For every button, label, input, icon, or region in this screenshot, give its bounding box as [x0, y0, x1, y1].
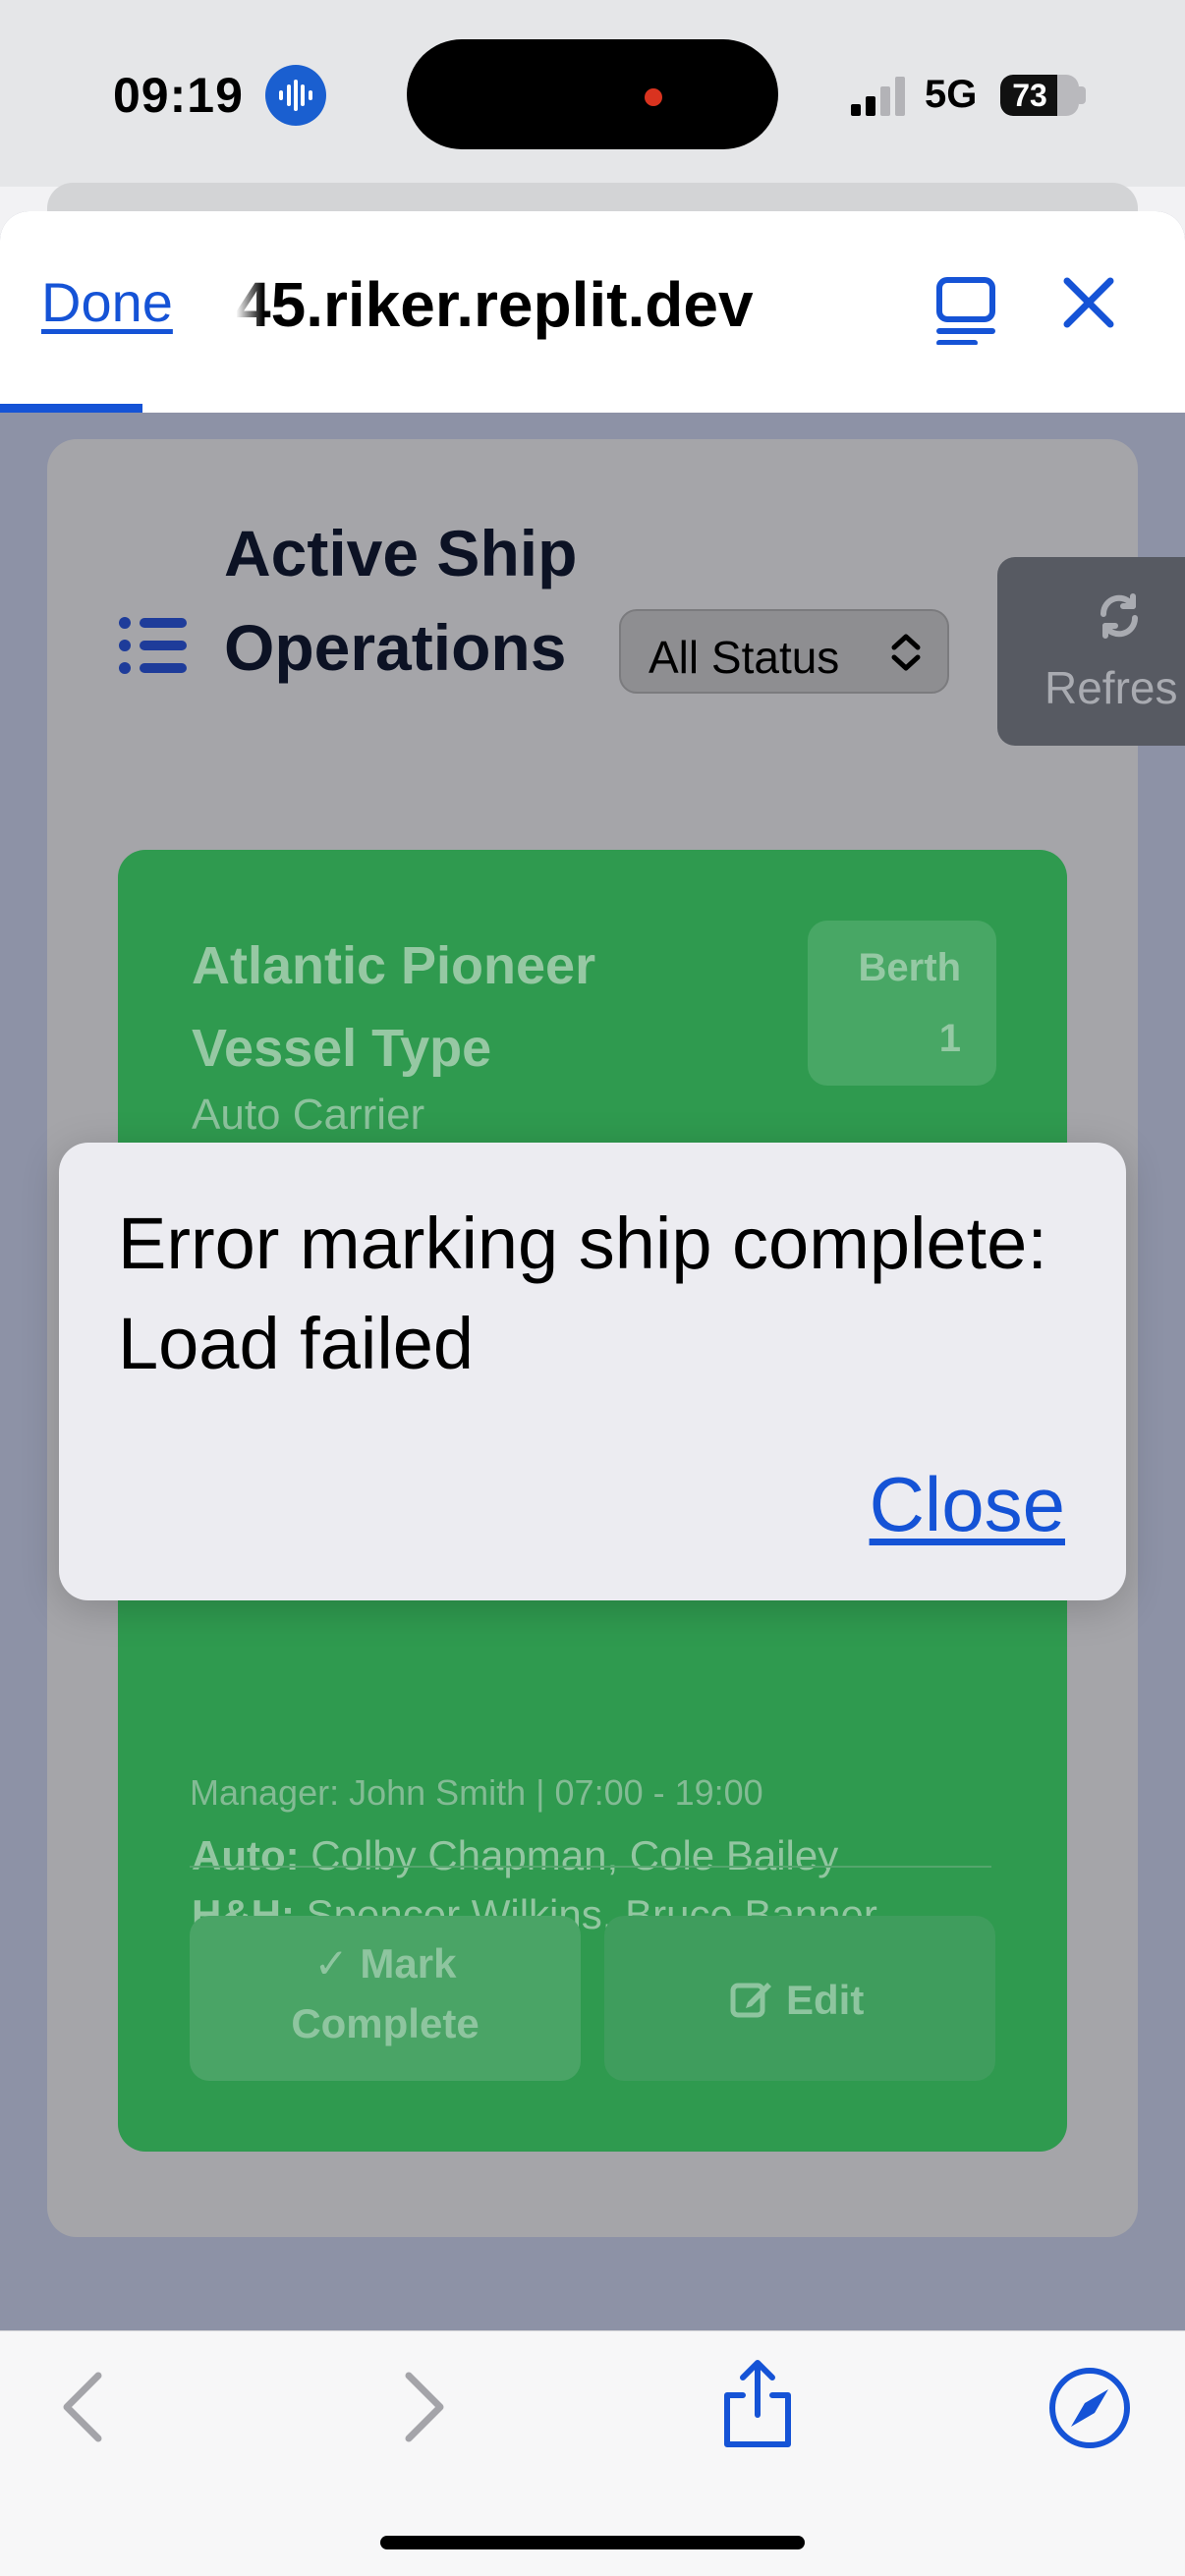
chevron-updown-icon — [891, 634, 921, 671]
network-type: 5G — [925, 73, 978, 116]
battery-percentage: 73 — [1012, 78, 1047, 113]
compass-icon[interactable] — [1047, 2366, 1132, 2450]
refresh-button[interactable]: Refres — [997, 557, 1185, 746]
berth-badge: Berth 1 — [808, 921, 996, 1086]
ship-name: Atlantic Pioneer Vessel Type — [192, 936, 596, 1078]
done-button[interactable]: Done — [41, 270, 173, 334]
mark-complete-text: Mark — [360, 1940, 457, 1987]
close-icon[interactable] — [1063, 277, 1114, 328]
share-icon[interactable] — [721, 2358, 794, 2448]
mark-complete-button[interactable]: ✓ Mark Complete — [190, 1916, 581, 2081]
auto-crew-names: Colby Chapman, Cole Bailey — [299, 1832, 839, 1878]
voice-recording-icon[interactable] — [265, 65, 326, 126]
auto-crew-label: Auto: — [192, 1832, 300, 1878]
page-load-progress — [0, 404, 142, 413]
check-icon: ✓ — [313, 1940, 361, 1987]
status-time: 09:19 — [113, 68, 244, 123]
card-divider — [190, 1866, 991, 1868]
refresh-label: Refres — [1044, 662, 1178, 713]
edit-icon — [730, 1983, 771, 2018]
mark-complete-line2: Complete — [291, 2000, 480, 2046]
battery-icon: 73 — [1000, 75, 1079, 116]
vessel-type: Auto Carrier — [192, 1091, 425, 1139]
status-filter-value: All Status — [649, 632, 840, 683]
battery-cap — [1079, 86, 1086, 104]
forward-icon[interactable] — [403, 2372, 446, 2442]
home-indicator — [380, 2536, 805, 2549]
auto-crew: Auto: Colby Chapman, Cole Bailey — [192, 1832, 838, 1879]
refresh-icon — [1100, 593, 1139, 639]
list-icon — [119, 617, 187, 674]
cellular-signal-icon — [851, 77, 905, 116]
page-title: Active Ship Operations — [224, 517, 578, 684]
dialog-close-button[interactable]: Close — [870, 1460, 1065, 1549]
error-message: Error marking ship complete: Load failed — [118, 1203, 1047, 1384]
edit-label: Edit — [786, 1977, 865, 2023]
berth-number: 1 — [938, 1017, 961, 1060]
manager-info: Manager: John Smith | 07:00 - 19:00 — [190, 1772, 763, 1813]
reader-mode-icon[interactable] — [935, 276, 996, 345]
error-dialog: Error marking ship complete: Load failed… — [59, 1143, 1126, 1600]
url-display[interactable]: 45.riker.replit.dev — [236, 268, 894, 341]
berth-label: Berth — [858, 946, 961, 989]
mark-complete-line1: ✓ Mark — [190, 1939, 581, 1988]
edit-button[interactable]: Edit — [604, 1916, 995, 2081]
dynamic-island — [407, 39, 778, 149]
back-icon[interactable] — [61, 2372, 104, 2442]
status-filter-select[interactable]: All Status — [619, 609, 949, 694]
browser-toolbar: Done 45.riker.replit.dev — [0, 211, 1185, 413]
camera-indicator-icon — [645, 88, 662, 106]
